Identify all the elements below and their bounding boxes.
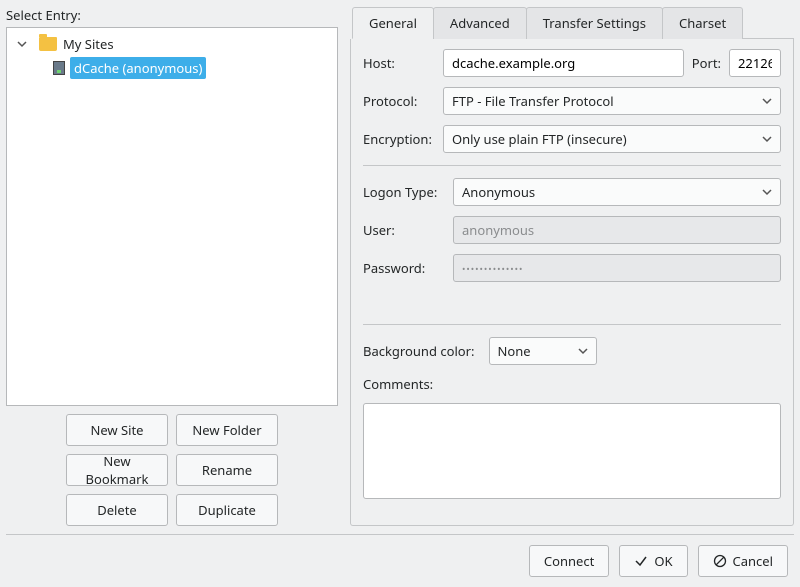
left-column: Select Entry: My Sites dCache (anonymous… [6, 6, 338, 526]
comments-label: Comments: [363, 375, 781, 393]
connect-button[interactable]: Connect [529, 545, 609, 577]
row-user: User: [363, 216, 781, 244]
ok-label: OK [654, 552, 672, 570]
right-column: General Advanced Transfer Settings Chars… [350, 6, 794, 526]
host-input[interactable] [443, 49, 684, 77]
tab-general[interactable]: General [352, 7, 434, 39]
row-encryption: Encryption: Only use plain FTP (insecure… [363, 125, 781, 153]
select-entry-label: Select Entry: [6, 6, 338, 24]
server-icon [53, 61, 65, 75]
expander-icon[interactable] [15, 37, 29, 51]
rename-button[interactable]: Rename [176, 454, 278, 486]
password-input [453, 254, 781, 282]
cancel-icon [713, 554, 727, 568]
folder-icon [39, 37, 57, 51]
tab-charset[interactable]: Charset [662, 7, 743, 39]
row-password: Password: [363, 254, 781, 282]
password-label: Password: [363, 259, 445, 277]
new-site-button[interactable]: New Site [66, 414, 168, 446]
chevron-down-icon [762, 96, 772, 106]
separator [363, 324, 781, 325]
user-label: User: [363, 221, 445, 239]
comments-textarea[interactable] [363, 403, 781, 499]
chevron-down-icon [578, 346, 588, 356]
user-input [453, 216, 781, 244]
port-input[interactable] [729, 49, 781, 77]
new-bookmark-button[interactable]: New Bookmark [66, 454, 168, 486]
ok-button[interactable]: OK [619, 545, 687, 577]
delete-button[interactable]: Delete [66, 494, 168, 526]
chevron-down-icon [762, 134, 772, 144]
logon-type-label: Logon Type: [363, 183, 445, 201]
port-label: Port: [692, 54, 721, 72]
new-folder-button[interactable]: New Folder [176, 414, 278, 446]
tab-advanced[interactable]: Advanced [433, 7, 527, 39]
general-panel: Host: Port: Protocol: FTP - File Transfe… [350, 39, 794, 526]
tabstrip: General Advanced Transfer Settings Chars… [352, 6, 794, 39]
duplicate-button[interactable]: Duplicate [176, 494, 278, 526]
bgcolor-select[interactable]: None [489, 337, 597, 365]
encryption-select[interactable]: Only use plain FTP (insecure) [443, 125, 781, 153]
separator [363, 165, 781, 166]
tree-root-row[interactable]: My Sites [7, 32, 337, 56]
row-logon: Logon Type: Anonymous [363, 178, 781, 206]
tree-site-label: dCache (anonymous) [70, 57, 206, 79]
cancel-button[interactable]: Cancel [698, 545, 788, 577]
bgcolor-value: None [498, 342, 531, 360]
protocol-value: FTP - File Transfer Protocol [452, 92, 614, 110]
logon-type-value: Anonymous [462, 183, 535, 201]
encryption-label: Encryption: [363, 130, 435, 148]
tree-root-label: My Sites [63, 35, 114, 53]
logon-type-select[interactable]: Anonymous [453, 178, 781, 206]
left-button-grid: New Site New Folder New Bookmark Rename … [6, 414, 338, 526]
row-bgcolor: Background color: None [363, 337, 781, 365]
entry-tree[interactable]: My Sites dCache (anonymous) [6, 27, 338, 406]
bgcolor-label: Background color: [363, 342, 475, 360]
row-host: Host: Port: [363, 49, 781, 77]
tab-transfer-settings[interactable]: Transfer Settings [526, 7, 663, 39]
protocol-select[interactable]: FTP - File Transfer Protocol [443, 87, 781, 115]
encryption-value: Only use plain FTP (insecure) [452, 130, 627, 148]
tree-site-row[interactable]: dCache (anonymous) [7, 56, 337, 80]
check-icon [634, 554, 648, 568]
host-label: Host: [363, 54, 435, 72]
protocol-label: Protocol: [363, 92, 435, 110]
row-protocol: Protocol: FTP - File Transfer Protocol [363, 87, 781, 115]
cancel-label: Cancel [733, 552, 773, 570]
bottom-bar: Connect OK Cancel [6, 534, 794, 587]
chevron-down-icon [762, 187, 772, 197]
